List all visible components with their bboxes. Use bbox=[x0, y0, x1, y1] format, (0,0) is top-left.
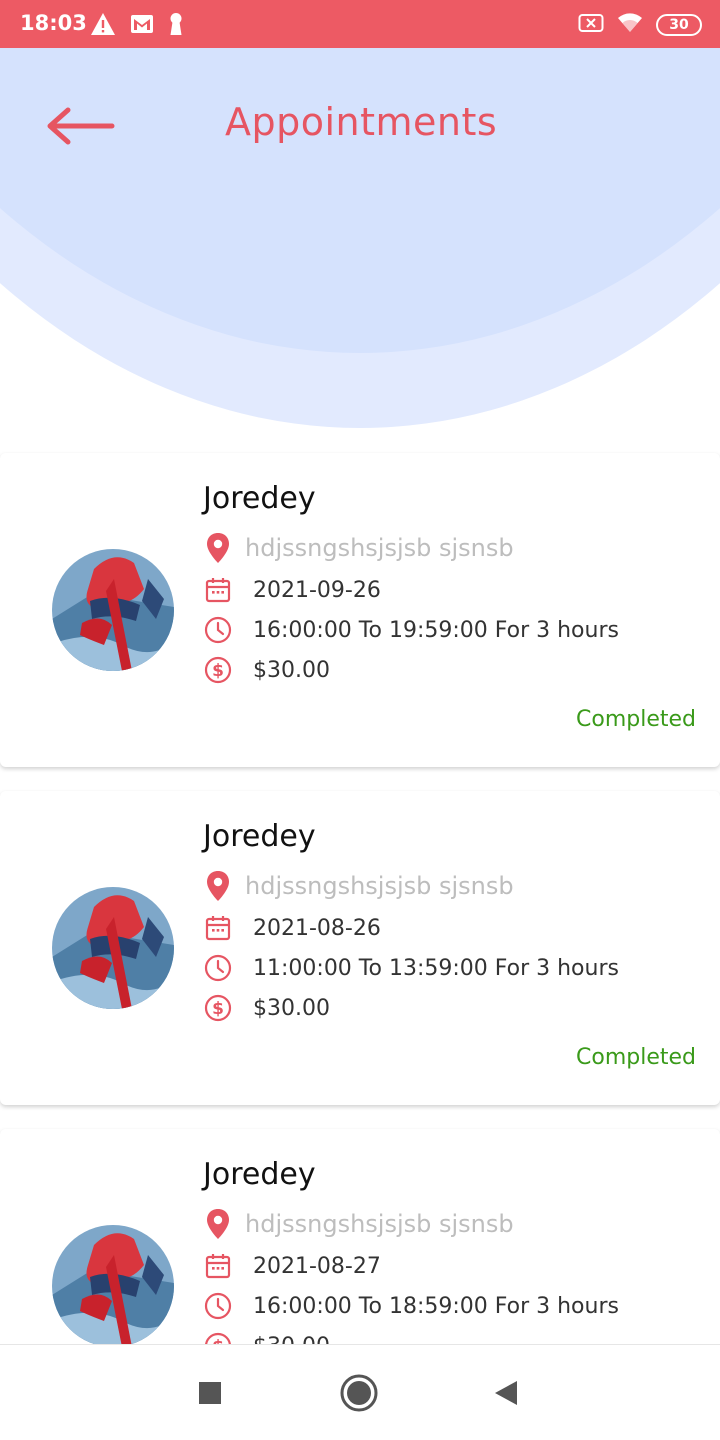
date-row: 2021-09-26 bbox=[203, 575, 381, 605]
date-text: 2021-09-26 bbox=[253, 577, 381, 603]
clock-icon bbox=[203, 1291, 233, 1321]
home-circle-icon bbox=[340, 1374, 378, 1412]
wifi-icon bbox=[616, 12, 644, 38]
battery-icon: 30 bbox=[656, 14, 702, 36]
recents-square-icon bbox=[199, 1382, 221, 1404]
gmail-icon bbox=[130, 14, 154, 38]
arrow-left-icon bbox=[47, 107, 115, 145]
back-triangle-icon bbox=[495, 1381, 517, 1405]
page-title: Appointments bbox=[225, 100, 498, 144]
status-time: 18:03 bbox=[20, 11, 87, 35]
status-label: Completed bbox=[576, 707, 696, 732]
date-row: 2021-08-27 bbox=[203, 1251, 381, 1281]
location-row: hdjssngshsjsjsb sjsnsb bbox=[203, 533, 514, 563]
recents-button[interactable] bbox=[190, 1373, 230, 1413]
location-text: hdjssngshsjsjsb sjsnsb bbox=[245, 872, 514, 900]
dollar-circle-icon: $ bbox=[203, 993, 233, 1023]
back-button[interactable] bbox=[40, 104, 120, 148]
client-name: Joredey bbox=[203, 481, 316, 516]
time-text: 16:00:00 To 18:59:00 For 3 hours bbox=[253, 1293, 619, 1319]
status-bar: 18:03 30 bbox=[0, 0, 720, 48]
warning-icon bbox=[90, 12, 116, 40]
location-text: hdjssngshsjsjsb sjsnsb bbox=[245, 534, 514, 562]
dollar-circle-icon: $ bbox=[203, 655, 233, 685]
clock-icon bbox=[203, 953, 233, 983]
avatar bbox=[52, 1225, 174, 1347]
time-row: 11:00:00 To 13:59:00 For 3 hours bbox=[203, 953, 619, 983]
status-left-icons bbox=[90, 12, 184, 40]
navigation-bar bbox=[0, 1344, 720, 1440]
svg-text:$: $ bbox=[212, 661, 224, 681]
location-row: hdjssngshsjsjsb sjsnsb bbox=[203, 1209, 514, 1239]
client-name: Joredey bbox=[203, 819, 316, 854]
time-text: 16:00:00 To 19:59:00 For 3 hours bbox=[253, 617, 619, 643]
status-label: Completed bbox=[576, 1045, 696, 1070]
status-right-icons: 30 bbox=[578, 12, 702, 38]
location-pin-icon bbox=[203, 533, 233, 563]
keyhole-icon bbox=[168, 12, 184, 40]
price-text: $30.00 bbox=[253, 657, 330, 683]
price-row: $ $30.00 bbox=[203, 993, 330, 1023]
back-nav-button[interactable] bbox=[486, 1373, 526, 1413]
date-text: 2021-08-26 bbox=[253, 915, 381, 941]
time-row: 16:00:00 To 19:59:00 For 3 hours bbox=[203, 615, 619, 645]
location-pin-icon bbox=[203, 871, 233, 901]
time-text: 11:00:00 To 13:59:00 For 3 hours bbox=[253, 955, 619, 981]
price-text: $30.00 bbox=[253, 995, 330, 1021]
location-row: hdjssngshsjsjsb sjsnsb bbox=[203, 871, 514, 901]
date-row: 2021-08-26 bbox=[203, 913, 381, 943]
price-row: $ $30.00 bbox=[203, 655, 330, 685]
svg-text:$: $ bbox=[212, 999, 224, 1019]
clock-icon bbox=[203, 615, 233, 645]
calendar-icon bbox=[203, 913, 233, 943]
location-pin-icon bbox=[203, 1209, 233, 1239]
avatar bbox=[52, 887, 174, 1009]
time-row: 16:00:00 To 18:59:00 For 3 hours bbox=[203, 1291, 619, 1321]
calendar-icon bbox=[203, 575, 233, 605]
appointment-card[interactable]: Joredey hdjssngshsjsjsb sjsnsb 2021-08-2… bbox=[0, 791, 720, 1105]
appointment-card[interactable]: Joredey hdjssngshsjsjsb sjsnsb 2021-09-2… bbox=[0, 453, 720, 767]
avatar bbox=[52, 549, 174, 671]
date-text: 2021-08-27 bbox=[253, 1253, 381, 1279]
location-text: hdjssngshsjsjsb sjsnsb bbox=[245, 1210, 514, 1238]
sim-off-icon bbox=[578, 12, 604, 38]
calendar-icon bbox=[203, 1251, 233, 1281]
home-button[interactable] bbox=[339, 1373, 379, 1413]
client-name: Joredey bbox=[203, 1157, 316, 1192]
